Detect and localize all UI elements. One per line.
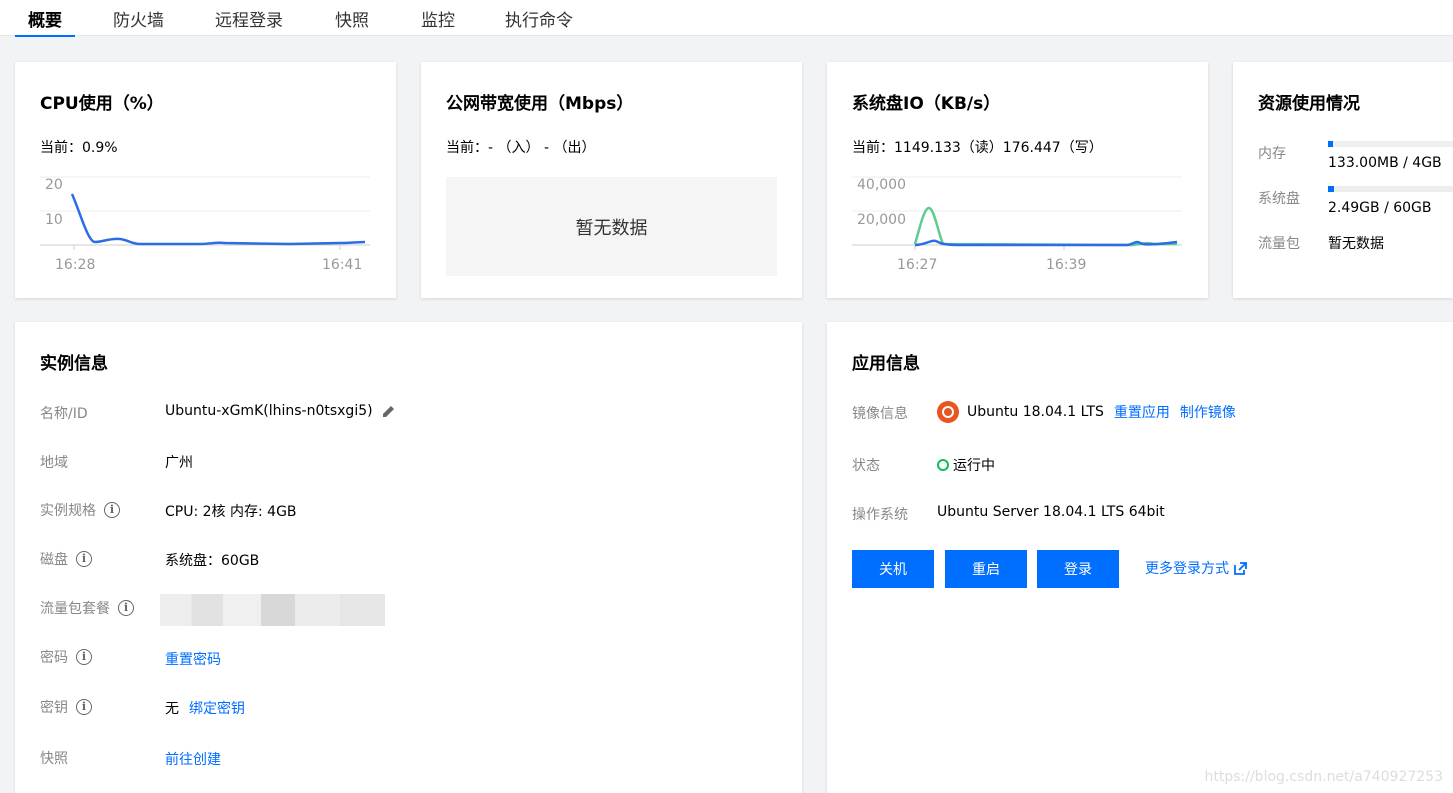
key-label: 密钥: [40, 697, 68, 717]
password-row: 重置密码: [165, 649, 221, 669]
disk-label: 磁盘: [40, 549, 68, 569]
spec-value: CPU: 2核 内存: 4GB: [165, 501, 297, 521]
disk-io-current-value: 当前：1149.133（读）176.447（写）: [852, 137, 1103, 157]
disk-io-write-series: [915, 208, 1177, 245]
region-label: 地域: [40, 452, 68, 472]
instance-info-title: 实例信息: [40, 349, 108, 374]
memory-value: 133.00MB / 4GB: [1328, 155, 1442, 171]
info-icon[interactable]: i: [76, 551, 92, 567]
os-label: 操作系统: [852, 504, 908, 524]
os-value: Ubuntu Server 18.04.1 LTS 64bit: [937, 504, 1165, 520]
spec-label-row: 实例规格 i: [40, 500, 120, 520]
info-icon[interactable]: i: [118, 600, 134, 616]
cpu-x-tick: 16:41: [322, 257, 362, 273]
snapshot-label: 快照: [40, 748, 68, 768]
name-id-value: Ubuntu-xGmK(lhins-n0tsxgi5): [165, 403, 373, 419]
key-value: 无: [165, 698, 179, 718]
restart-button[interactable]: 重启: [945, 550, 1027, 588]
info-icon[interactable]: i: [76, 699, 92, 715]
tab-firewall[interactable]: 防火墙: [113, 6, 164, 36]
memory-label: 内存: [1258, 143, 1286, 163]
cpu-line-chart: [40, 172, 370, 252]
disk-io-x-tick: 16:27: [897, 257, 937, 273]
cpu-series-line: [72, 194, 365, 244]
tab-remote-login[interactable]: 远程登录: [215, 6, 283, 36]
info-icon[interactable]: i: [76, 649, 92, 665]
image-info-label: 镜像信息: [852, 403, 908, 423]
resource-card-title: 资源使用情况: [1258, 89, 1360, 114]
top-tab-bar: 概要 防火墙 远程登录 快照 监控 执行命令: [0, 0, 1453, 36]
ubuntu-logo-icon: [937, 401, 959, 423]
bandwidth-usage-card: 公网带宽使用（Mbps） 当前：- （入） - （出） 暂无数据: [421, 62, 802, 298]
status-label: 状态: [852, 455, 880, 475]
disk-usage-bar: [1328, 186, 1453, 192]
system-disk-label: 系统盘: [1258, 188, 1300, 208]
tab-execute-command[interactable]: 执行命令: [505, 6, 573, 36]
login-button[interactable]: 登录: [1037, 550, 1119, 588]
status-row: 运行中: [937, 455, 995, 475]
more-login-link[interactable]: 更多登录方式: [1145, 558, 1229, 578]
memory-usage-bar: [1328, 141, 1453, 147]
traffic-package-label: 流量包: [1258, 233, 1300, 253]
no-data-text: 暂无数据: [576, 214, 648, 240]
shutdown-button[interactable]: 关机: [852, 550, 934, 588]
reset-password-link[interactable]: 重置密码: [165, 649, 221, 669]
key-row: 无 绑定密钥: [165, 698, 245, 718]
traffic-package-value: 暂无数据: [1328, 233, 1384, 253]
memory-usage-fill: [1328, 141, 1333, 147]
system-disk-value: 2.49GB / 60GB: [1328, 200, 1432, 216]
bind-key-link[interactable]: 绑定密钥: [189, 698, 245, 718]
running-status-icon: [937, 459, 949, 471]
spec-label: 实例规格: [40, 500, 96, 520]
bandwidth-no-data: 暂无数据: [446, 177, 777, 276]
external-link-icon[interactable]: [1234, 562, 1247, 575]
image-info-row: Ubuntu 18.04.1 LTS 重置应用 制作镜像: [937, 401, 1236, 423]
disk-io-x-tick: 16:39: [1046, 257, 1086, 273]
status-value: 运行中: [953, 455, 995, 475]
disk-io-line-chart: [852, 172, 1182, 252]
traffic-plan-redacted-value: [160, 594, 385, 626]
password-label: 密码: [40, 647, 68, 667]
name-id-row: Ubuntu-xGmK(lhins-n0tsxgi5): [165, 403, 396, 419]
name-id-label: 名称/ID: [40, 403, 88, 423]
watermark: https://blog.csdn.net/a740927253: [1205, 769, 1444, 785]
cpu-x-tick: 16:28: [55, 257, 95, 273]
password-label-row: 密码 i: [40, 647, 92, 667]
edit-pencil-icon[interactable]: [382, 404, 396, 418]
traffic-plan-label: 流量包套餐: [40, 598, 110, 618]
cpu-current-value: 当前：0.9%: [40, 137, 118, 157]
key-label-row: 密钥 i: [40, 697, 92, 717]
tab-monitor[interactable]: 监控: [421, 6, 455, 36]
disk-io-card: 系统盘IO（KB/s） 当前：1149.133（读）176.447（写） 40,…: [827, 62, 1208, 298]
more-login-row[interactable]: 更多登录方式: [1145, 558, 1247, 578]
region-value: 广州: [165, 452, 193, 472]
disk-label-row: 磁盘 i: [40, 549, 92, 569]
snapshot-row: 前往创建: [165, 749, 221, 769]
info-icon[interactable]: i: [104, 502, 120, 518]
tab-snapshot[interactable]: 快照: [335, 6, 369, 36]
disk-io-card-title: 系统盘IO（KB/s）: [852, 89, 1000, 114]
reset-app-link[interactable]: 重置应用: [1114, 402, 1170, 422]
traffic-plan-label-row: 流量包套餐 i: [40, 598, 134, 618]
bandwidth-card-title: 公网带宽使用（Mbps）: [446, 89, 633, 114]
resource-usage-card: 资源使用情况 内存 133.00MB / 4GB 系统盘 2.49GB / 60…: [1233, 62, 1453, 298]
make-image-link[interactable]: 制作镜像: [1180, 402, 1236, 422]
app-info-card: 应用信息 镜像信息 Ubuntu 18.04.1 LTS 重置应用 制作镜像 状…: [827, 322, 1453, 793]
disk-value: 系统盘：60GB: [165, 550, 259, 570]
cpu-usage-card: CPU使用（%） 当前：0.9% 20 10 16:28 16:41: [15, 62, 396, 298]
cpu-card-title: CPU使用（%）: [40, 89, 164, 114]
disk-usage-fill: [1328, 186, 1334, 192]
tab-overview[interactable]: 概要: [28, 6, 62, 36]
image-info-value: Ubuntu 18.04.1 LTS: [967, 404, 1104, 420]
app-info-title: 应用信息: [852, 349, 920, 374]
create-snapshot-link[interactable]: 前往创建: [165, 749, 221, 769]
instance-info-card: 实例信息 名称/ID Ubuntu-xGmK(lhins-n0tsxgi5) 地…: [15, 322, 802, 793]
bandwidth-current-value: 当前：- （入） - （出）: [446, 137, 595, 157]
